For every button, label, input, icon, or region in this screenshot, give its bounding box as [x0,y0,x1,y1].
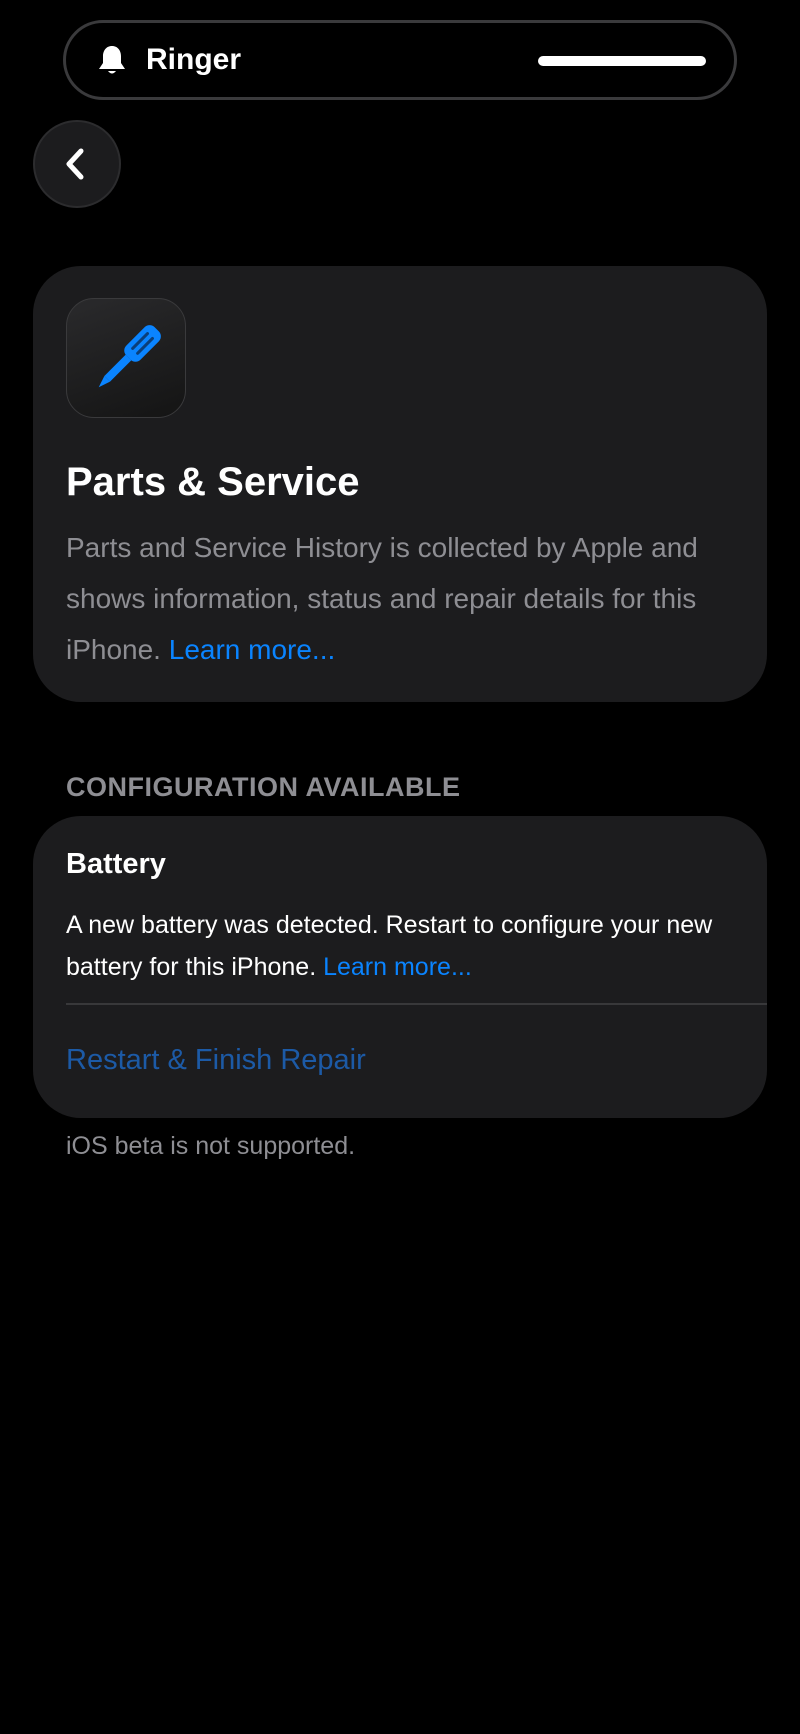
battery-learn-more-link[interactable]: Learn more... [323,953,472,981]
ringer-indicator: Ringer [63,20,737,100]
bell-icon [94,43,130,79]
restart-finish-repair-button[interactable]: Restart & Finish Repair [66,1042,366,1078]
battery-title: Battery [66,848,166,880]
section-header-configuration: CONFIGURATION AVAILABLE [66,772,461,802]
page-title: Parts & Service [66,460,360,504]
parts-service-card: Parts & Service Parts and Service Histor… [33,266,767,702]
ringer-label: Ringer [146,43,242,76]
ringer-volume-bar [538,56,706,66]
footer-note: iOS beta is not supported. [66,1132,356,1160]
back-button[interactable] [33,120,121,208]
info-description: Parts and Service History is collected b… [66,522,736,675]
info-description-text: Parts and Service History is collected b… [66,532,698,665]
divider [66,1003,767,1005]
battery-card: Battery A new battery was detected. Rest… [33,816,767,1118]
learn-more-link[interactable]: Learn more... [169,634,336,665]
app-icon [66,298,186,418]
battery-description: A new battery was detected. Restart to c… [66,904,746,988]
